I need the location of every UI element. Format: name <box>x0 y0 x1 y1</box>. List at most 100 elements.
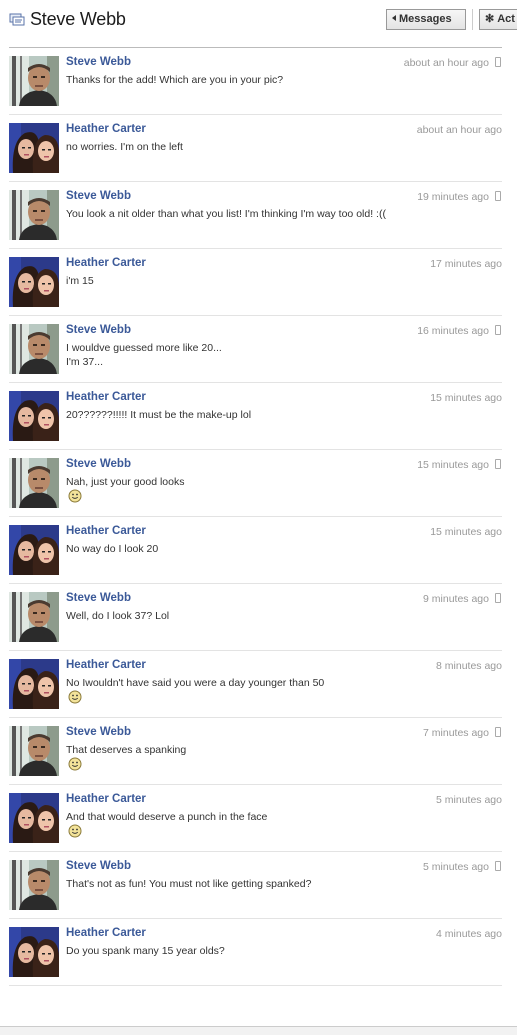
message-text: That's not as fun! You must not like get… <box>66 878 312 890</box>
message-body: You look a nit older than what you list!… <box>66 207 426 221</box>
message-text: i'm 15 <box>66 275 94 287</box>
mobile-phone-icon <box>495 593 501 603</box>
back-to-messages-button[interactable]: Messages <box>386 9 466 30</box>
sender-name-link[interactable]: Steve Webb <box>66 56 131 68</box>
message-list: Steve Webb Thanks for the add! Which are … <box>9 47 502 986</box>
message-item: Steve Webb You look a nit older than what… <box>9 182 502 249</box>
avatar-heather-carter[interactable] <box>9 659 59 709</box>
avatar-heather-carter[interactable] <box>9 793 59 843</box>
messages-button-label: Messages <box>399 13 452 25</box>
actions-button[interactable]: ✻ Act <box>479 9 517 30</box>
message-item: Heather Carter No way do I look 20 15 minu… <box>9 517 502 584</box>
message-item: Heather Carter No Iwouldn't have said you… <box>9 651 502 718</box>
message-item: Heather Carter 20??????!!!!! It must be t… <box>9 383 502 450</box>
mobile-phone-icon <box>495 57 501 67</box>
divider <box>472 9 473 30</box>
message-item: Steve Webb I wouldve guessed more like 20… <box>9 316 502 383</box>
avatar-heather-carter[interactable] <box>9 123 59 173</box>
sender-name-link[interactable]: Steve Webb <box>66 458 131 470</box>
message-text: No Iwouldn't have said you were a day yo… <box>66 677 325 689</box>
sender-name-link[interactable]: Steve Webb <box>66 190 131 202</box>
avatar-steve-webb[interactable] <box>9 324 59 374</box>
message-text: 20??????!!!!! It must be the make-up lol <box>66 409 252 421</box>
sender-name-link[interactable]: Heather Carter <box>66 927 146 939</box>
sender-name-link[interactable]: Heather Carter <box>66 123 146 135</box>
message-item: Steve Webb That's not as fun! You must no… <box>9 852 502 919</box>
gear-icon: ✻ <box>485 13 495 25</box>
avatar-steve-webb[interactable] <box>9 56 59 106</box>
message-timestamp: 4 minutes ago <box>436 928 502 940</box>
message-text: Thanks for the add! Which are you in you… <box>66 74 284 86</box>
page-title: Steve Webb <box>30 9 126 29</box>
sender-name-link[interactable]: Heather Carter <box>66 257 146 269</box>
message-body: Do you spank many 15 year olds? <box>66 944 426 958</box>
message-text: no worries. I'm on the left <box>66 141 183 153</box>
avatar-steve-webb[interactable] <box>9 190 59 240</box>
message-body: No way do I look 20 <box>66 542 426 556</box>
message-body: Well, do I look 37? Lol <box>66 609 426 623</box>
message-item: Steve Webb Thanks for the add! Which are … <box>9 48 502 115</box>
mobile-phone-icon <box>495 459 501 469</box>
message-text: And that would deserve a punch in the fa… <box>66 811 268 823</box>
avatar-heather-carter[interactable] <box>9 391 59 441</box>
message-item: Steve Webb Well, do I look 37? Lol 9 minut… <box>9 584 502 651</box>
message-timestamp: 8 minutes ago <box>436 660 502 672</box>
message-text: Do you spank many 15 year olds? <box>66 945 225 957</box>
message-body: Thanks for the add! Which are you in you… <box>66 73 426 87</box>
message-timestamp: about an hour ago <box>416 124 502 136</box>
message-text: Well, do I look 37? Lol <box>66 610 170 622</box>
message-item: Heather Carter Do you spank many 15 year … <box>9 919 502 986</box>
smiley-icon <box>68 489 82 503</box>
message-text: No way do I look 20 <box>66 543 159 555</box>
message-body: And that would deserve a punch in the fa… <box>66 810 426 840</box>
message-text: Nah, just your good looks <box>66 476 185 488</box>
message-item: Heather Carter no worries. I'm on the lef… <box>9 115 502 182</box>
message-item: Steve Webb That deserves a spanking 7 min… <box>9 718 502 785</box>
mobile-phone-icon <box>495 861 501 871</box>
message-timestamp: 16 minutes ago <box>417 325 489 337</box>
message-timestamp: 7 minutes ago <box>423 727 489 739</box>
sender-name-link[interactable]: Heather Carter <box>66 793 146 805</box>
message-timestamp: about an hour ago <box>403 57 489 69</box>
message-body: That deserves a spanking <box>66 743 426 773</box>
sender-name-link[interactable]: Steve Webb <box>66 726 131 738</box>
sender-name-link[interactable]: Heather Carter <box>66 391 146 403</box>
message-item: Heather Carter And that would deserve a p… <box>9 785 502 852</box>
message-text: I wouldve guessed more like 20... I'm 37… <box>66 342 222 368</box>
avatar-steve-webb[interactable] <box>9 592 59 642</box>
message-body: I wouldve guessed more like 20... I'm 37… <box>66 341 426 369</box>
message-body: no worries. I'm on the left <box>66 140 426 154</box>
sender-name-link[interactable]: Heather Carter <box>66 659 146 671</box>
message-timestamp: 15 minutes ago <box>430 526 502 538</box>
thread-header: Steve Webb Messages ✻ Act <box>0 0 517 40</box>
message-text: That deserves a spanking <box>66 744 187 756</box>
message-body: i'm 15 <box>66 274 426 288</box>
message-timestamp: 19 minutes ago <box>417 191 489 203</box>
mobile-phone-icon <box>495 191 501 201</box>
avatar-steve-webb[interactable] <box>9 860 59 910</box>
sender-name-link[interactable]: Steve Webb <box>66 592 131 604</box>
smiley-icon <box>68 824 82 838</box>
avatar-heather-carter[interactable] <box>9 525 59 575</box>
sender-name-link[interactable]: Steve Webb <box>66 324 131 336</box>
avatar-heather-carter[interactable] <box>9 927 59 977</box>
messages-icon <box>9 13 25 26</box>
sender-name-link[interactable]: Heather Carter <box>66 525 146 537</box>
message-body: No Iwouldn't have said you were a day yo… <box>66 676 426 706</box>
message-body: That's not as fun! You must not like get… <box>66 877 426 891</box>
message-body: 20??????!!!!! It must be the make-up lol <box>66 408 426 422</box>
sender-name-link[interactable]: Steve Webb <box>66 860 131 872</box>
mobile-phone-icon <box>495 727 501 737</box>
avatar-heather-carter[interactable] <box>9 257 59 307</box>
message-item: Steve Webb Nah, just your good looks 15 m… <box>9 450 502 517</box>
avatar-steve-webb[interactable] <box>9 458 59 508</box>
avatar-steve-webb[interactable] <box>9 726 59 776</box>
message-timestamp: 15 minutes ago <box>430 392 502 404</box>
actions-button-label: Act <box>497 13 515 25</box>
message-timestamp: 9 minutes ago <box>423 593 489 605</box>
mobile-phone-icon <box>495 325 501 335</box>
chevron-left-icon <box>392 15 396 21</box>
smiley-icon <box>68 757 82 771</box>
smiley-icon <box>68 690 82 704</box>
message-timestamp: 5 minutes ago <box>436 794 502 806</box>
